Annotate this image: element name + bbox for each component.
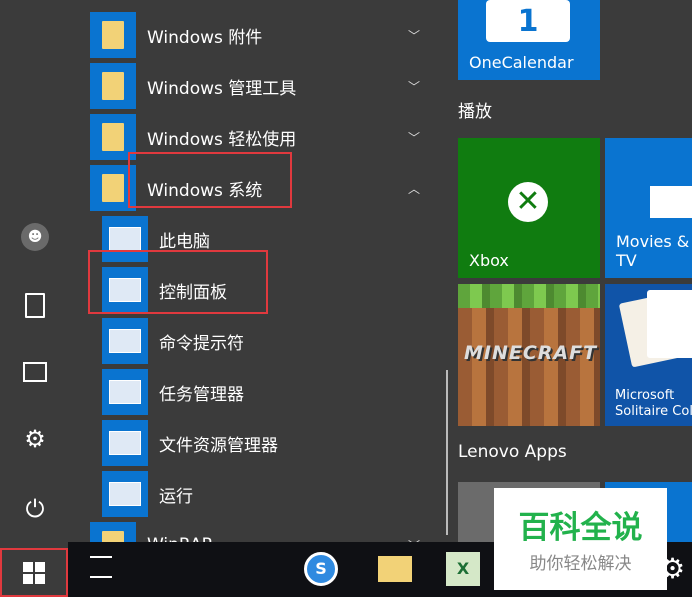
watermark: 百科全说 助你轻松解决 — [494, 488, 667, 590]
scrollbar[interactable] — [446, 370, 448, 535]
chevron-up-icon[interactable]: ︿ — [408, 180, 420, 197]
settings-icon[interactable]: ⚙ — [18, 422, 52, 456]
tile-label: OneCalendar — [469, 53, 574, 72]
app-item[interactable]: 任务管理器 — [90, 369, 440, 415]
tile-xbox[interactable]: ✕ Xbox — [458, 138, 600, 278]
chevron-down-icon[interactable]: ﹀ — [408, 78, 420, 95]
watermark-subtitle: 助你轻松解决 — [529, 554, 632, 574]
app-folder[interactable]: Windows 附件 ﹀ — [90, 12, 440, 58]
highlight-control-panel — [88, 250, 268, 314]
sogou-browser-icon[interactable]: S — [304, 552, 338, 586]
app-label: 文件资源管理器 — [159, 435, 278, 456]
app-item[interactable]: 命令提示符 — [90, 318, 440, 364]
tile-label: Microsoft — [615, 388, 675, 403]
tile-label: Xbox — [469, 251, 509, 270]
section-header: Lenovo Apps — [458, 442, 567, 462]
tile-movies[interactable]: Movies & TV — [605, 138, 692, 278]
app-label: 运行 — [159, 486, 193, 507]
app-label: Windows 附件 — [147, 27, 263, 48]
watermark-title: 百科全说 — [518, 510, 643, 546]
app-label: Windows 管理工具 — [147, 78, 297, 99]
section-header: 播放 — [458, 102, 492, 122]
tile-onecalendar[interactable]: 1 OneCalendar — [458, 0, 600, 80]
app-icon — [102, 420, 148, 466]
chevron-down-icon[interactable]: ﹀ — [408, 129, 420, 146]
app-folder[interactable]: Windows 管理工具 ﹀ — [90, 63, 440, 109]
task-view-icon[interactable] — [90, 556, 112, 578]
file-explorer-icon[interactable] — [378, 556, 412, 582]
app-label: 任务管理器 — [159, 384, 244, 405]
highlight-windows-system — [128, 152, 292, 208]
document-icon[interactable] — [18, 288, 52, 322]
chevron-down-icon[interactable]: ﹀ — [408, 27, 420, 44]
tile-minecraft[interactable]: MINECRAFT — [458, 284, 600, 426]
app-item[interactable]: 运行 — [90, 471, 440, 517]
xbox-icon: ✕ — [508, 182, 548, 222]
tile-solitaire[interactable]: Microsoft Solitaire Collection — [605, 284, 692, 426]
windows-icon — [23, 561, 45, 584]
app-icon — [102, 369, 148, 415]
app-label: Windows 轻松使用 — [147, 129, 297, 150]
folder-icon — [90, 12, 136, 58]
calendar-icon: 1 — [486, 0, 570, 42]
app-item[interactable]: 文件资源管理器 — [90, 420, 440, 466]
app-icon — [102, 471, 148, 517]
tile-label: Movies & TV — [616, 232, 690, 270]
app-icon — [102, 318, 148, 364]
folder-icon — [90, 63, 136, 109]
user-icon[interactable]: ☻ — [18, 220, 52, 254]
power-icon[interactable]: ⏻ — [18, 492, 52, 526]
minecraft-logo: MINECRAFT — [464, 342, 598, 364]
app-label: 此电脑 — [159, 231, 210, 252]
excel-icon[interactable]: X — [446, 552, 480, 586]
tile-label: Solitaire Collection — [615, 404, 692, 419]
start-button[interactable] — [0, 548, 68, 597]
app-label: 命令提示符 — [159, 333, 244, 354]
pictures-icon[interactable] — [18, 355, 52, 389]
clapperboard-icon — [650, 186, 692, 218]
